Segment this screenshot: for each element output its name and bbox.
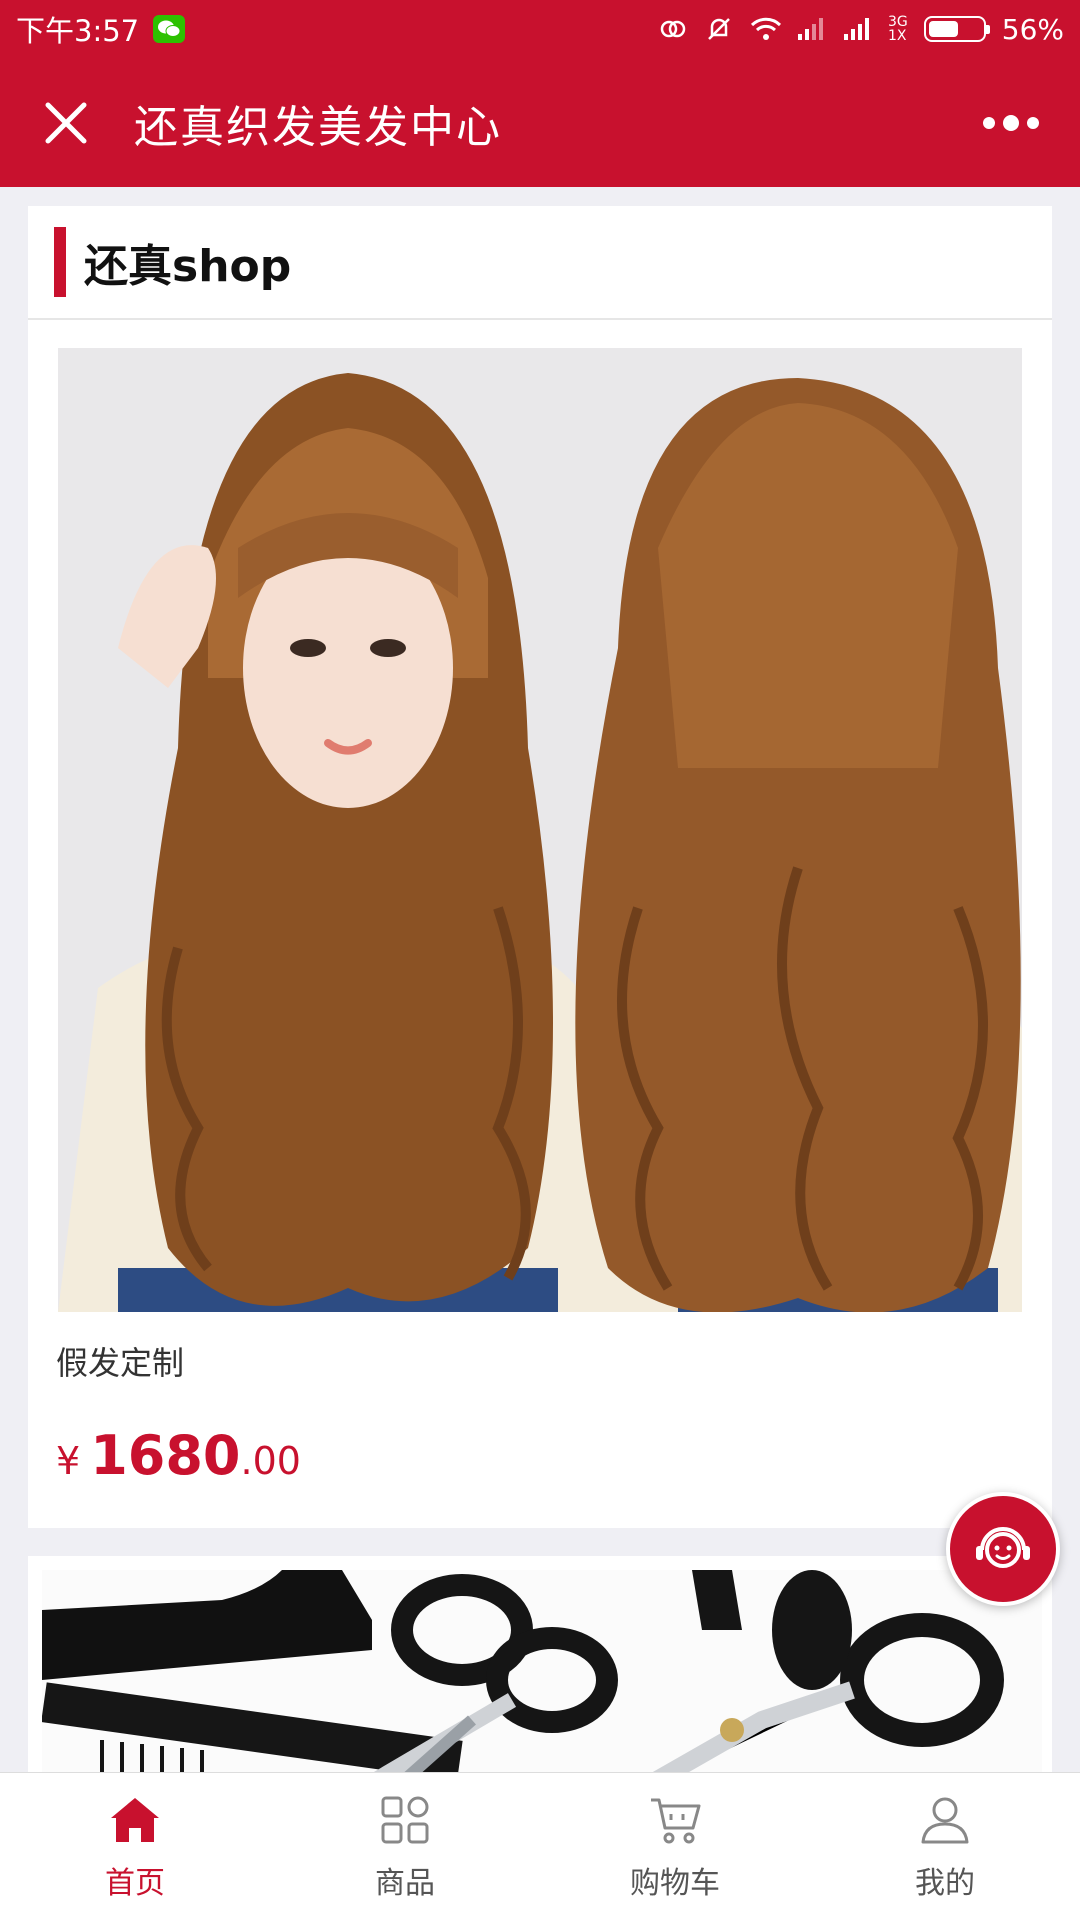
customer-service-button[interactable] (946, 1492, 1060, 1606)
signal-full-icon (842, 14, 872, 44)
product-card[interactable] (28, 1556, 1052, 1786)
close-icon (45, 102, 87, 143)
link-icon (658, 14, 688, 44)
user-icon (921, 1797, 969, 1843)
battery-level: 56% (1001, 12, 1064, 46)
product-name[interactable]: 假发定制 (56, 1338, 184, 1384)
shop-title: 还真shop (84, 241, 292, 292)
tab-products[interactable]: 商品 (270, 1773, 540, 1920)
product-image[interactable] (42, 1570, 1042, 1786)
bottom-tab-bar: 首页 商品 购物车 我的 (0, 1772, 1080, 1920)
mute-bell-icon (704, 14, 734, 44)
product-price: ¥ 1680 .00 (56, 1424, 301, 1487)
headset-icon (976, 1527, 1030, 1568)
close-button[interactable] (34, 91, 98, 155)
grid-icon (381, 1796, 429, 1843)
more-button[interactable] (976, 98, 1046, 148)
tab-label: 我的 (915, 1865, 975, 1901)
page-title: 还真织发美发中心 (134, 101, 502, 153)
tab-label: 商品 (375, 1865, 435, 1901)
shop-card: 还真shop 假发定制 ¥ 1680 .00 (28, 206, 1052, 1528)
network-type: 3G 1X (888, 14, 908, 44)
tab-profile[interactable]: 我的 (810, 1773, 1080, 1920)
status-time: 下午3:57 (16, 14, 140, 48)
shop-header: 还真shop (28, 206, 1052, 320)
wifi-icon (750, 14, 782, 44)
app-header: 还真织发美发中心 (0, 58, 1080, 187)
home-icon (111, 1797, 159, 1842)
tab-label: 首页 (105, 1865, 165, 1901)
product-image[interactable] (58, 348, 1022, 1312)
status-bar: 下午3:57 3G 1X 56% (0, 0, 1080, 58)
more-icon (983, 116, 995, 129)
battery-icon (923, 16, 990, 42)
tab-label: 购物车 (630, 1865, 720, 1901)
accent-bar (54, 227, 66, 297)
price-decimal: .00 (240, 1439, 301, 1483)
tab-home[interactable]: 首页 (0, 1773, 270, 1920)
currency-symbol: ¥ (56, 1439, 81, 1483)
tab-cart[interactable]: 购物车 (540, 1773, 810, 1920)
signal-icon (796, 14, 826, 44)
price-integer: 1680 (90, 1424, 241, 1487)
cart-icon (651, 1798, 701, 1843)
wechat-icon (153, 15, 186, 43)
